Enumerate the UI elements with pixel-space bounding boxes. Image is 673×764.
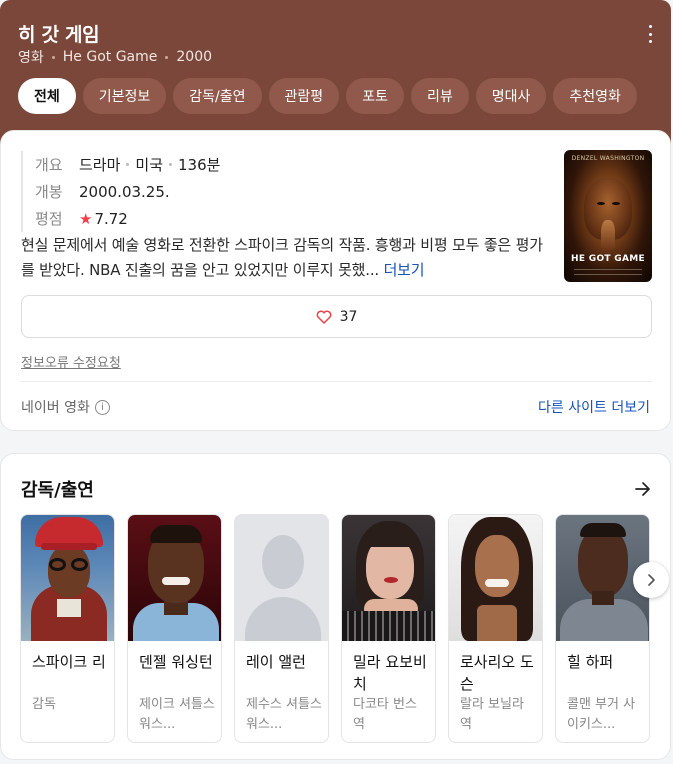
person-photo (342, 515, 435, 641)
person-name: 스파이크 리 (32, 653, 106, 671)
divider (21, 381, 652, 382)
person-role: 랄라 보닐라 역 (460, 697, 524, 732)
info-card: 개요 드라마 미국 136분 개봉 2000.03.25. 평점 ★ 7.72 (0, 130, 671, 431)
meta-separator (165, 55, 169, 59)
person-photo (128, 515, 221, 641)
description-text: 현실 문제에서 예술 영화로 전환한 스파이크 감독의 작품. 흥행과 비평 모… (21, 236, 543, 279)
meta-year: 2000 (176, 49, 213, 65)
fact-label: 개요 (35, 156, 63, 174)
movie-header: 히 갓 게임 영화 He Got Game 2000 전체 기본정보 감독/출연… (0, 0, 671, 150)
person-role: 콜맨 부거 사이키스... (567, 697, 636, 732)
tab-basic-info[interactable]: 기본정보 (82, 78, 167, 114)
fact-rating: 평점 ★ 7.72 (35, 205, 220, 232)
facts-list: 개요 드라마 미국 136분 개봉 2000.03.25. 평점 ★ 7.72 (21, 151, 220, 232)
fact-separator (126, 163, 130, 166)
tab-director-cast[interactable]: 감독/출연 (173, 78, 262, 114)
arrow-right-icon[interactable] (634, 480, 652, 498)
release-date: 2000.03.25. (79, 182, 170, 201)
rating-value-wrap[interactable]: ★ 7.72 (79, 210, 128, 228)
movie-search-panel: 히 갓 게임 영화 He Got Game 2000 전체 기본정보 감독/출연… (0, 0, 673, 764)
movie-title[interactable]: 히 갓 게임 (18, 20, 100, 47)
overview-genre[interactable]: 드라마 (79, 154, 120, 175)
cast-item[interactable]: 덴젤 워싱턴 제이크 셔틀스워스... (127, 514, 222, 743)
fact-label: 개봉 (35, 183, 63, 201)
rating-value: 7.72 (94, 209, 128, 228)
poster-credits (574, 269, 642, 275)
tab-recommended[interactable]: 추천영화 (553, 78, 637, 114)
movie-description: 현실 문제에서 예술 영화로 전환한 스파이크 감독의 작품. 흥행과 비평 모… (21, 233, 551, 283)
cast-item[interactable]: 밀라 요보비치 다코타 번스 역 (341, 514, 436, 743)
overview-country[interactable]: 미국 (135, 154, 163, 175)
source-info: 네이버 영화 i (21, 397, 110, 417)
fact-separator (169, 163, 173, 166)
fact-overview: 개요 드라마 미국 136분 (35, 151, 220, 178)
tab-reviews[interactable]: 리뷰 (410, 78, 469, 114)
person-name: 힐 하퍼 (567, 653, 614, 671)
tab-bar: 전체 기본정보 감독/출연 관람평 포토 리뷰 명대사 추천영화 (18, 78, 637, 114)
person-role: 제수스 셔틀스워스... (246, 697, 322, 732)
meta-original-title: He Got Game (62, 49, 158, 65)
cast-list: 스파이크 리 감독 덴젤 워싱턴 제이크 셔틀스워스... 레이 앨런 제수스 … (20, 514, 650, 743)
tab-all[interactable]: 전체 (18, 78, 76, 114)
person-name: 밀라 요보비치 (353, 653, 427, 693)
heart-icon (316, 310, 331, 324)
person-name: 덴젤 워싱턴 (139, 653, 213, 671)
source-label: 네이버 영화 (21, 400, 90, 416)
person-role: 제이크 셔틀스워스... (139, 697, 215, 732)
person-role: 다코타 번스 역 (353, 697, 417, 732)
tab-photos[interactable]: 포토 (346, 78, 404, 114)
person-name: 로사리오 도슨 (460, 653, 534, 693)
poster-eye (612, 202, 620, 205)
poster-title-text: HE GOT GAME (571, 254, 645, 264)
meta-genre: 영화 (18, 50, 44, 66)
fact-release: 개봉 2000.03.25. (35, 178, 220, 205)
person-photo (21, 515, 114, 641)
section-title[interactable]: 감독/출연 (21, 476, 94, 502)
cast-item[interactable]: 힐 하퍼 콜맨 부거 사이키스... (555, 514, 650, 743)
other-sites-link[interactable]: 다른 사이트 더보기 (538, 397, 650, 417)
overview-runtime: 136분 (178, 156, 221, 174)
cast-item[interactable]: 로사리오 도슨 랄라 보닐라 역 (448, 514, 543, 743)
person-photo (449, 515, 542, 641)
tab-quotes[interactable]: 명대사 (475, 78, 547, 114)
chevron-right-icon (648, 574, 655, 586)
more-link[interactable]: 더보기 (384, 261, 425, 279)
carousel-next-button[interactable] (633, 562, 669, 598)
person-name: 레이 앨런 (246, 653, 306, 671)
poster-hands (601, 220, 615, 250)
more-options-icon[interactable] (647, 25, 653, 43)
cast-card: 감독/출연 스파이크 리 감독 덴젤 워싱턴 제이크 셔틀스워스... 레이 앨… (0, 453, 671, 760)
poster-eye (597, 202, 605, 205)
fact-label: 평점 (35, 210, 63, 228)
poster-actor-text: DENZEL WASHINGTON (571, 155, 645, 162)
person-role: 감독 (32, 697, 56, 712)
star-icon: ★ (79, 209, 93, 228)
meta-separator (51, 55, 55, 59)
fact-value: 드라마 미국 136분 (79, 154, 220, 175)
report-error-link[interactable]: 정보오류 수정요청 (21, 352, 121, 371)
cast-item[interactable]: 스파이크 리 감독 (20, 514, 115, 743)
person-placeholder-icon (235, 515, 328, 641)
info-icon[interactable]: i (94, 399, 110, 415)
movie-poster[interactable]: DENZEL WASHINGTON HE GOT GAME (564, 150, 652, 282)
like-count: 37 (339, 308, 358, 325)
tab-reviews-rating[interactable]: 관람평 (268, 78, 340, 114)
cast-item[interactable]: 레이 앨런 제수스 셔틀스워스... (234, 514, 329, 743)
like-button[interactable]: 37 (21, 295, 652, 338)
movie-meta: 영화 He Got Game 2000 (18, 47, 212, 67)
